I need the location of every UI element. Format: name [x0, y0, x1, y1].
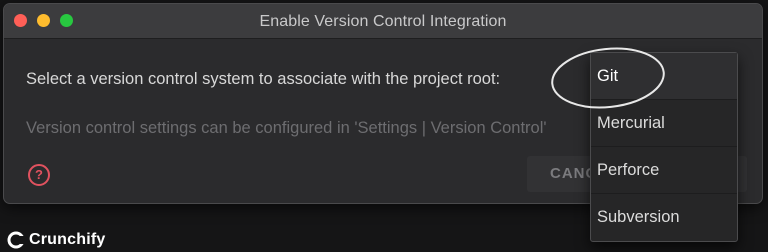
title-bar: Enable Version Control Integration	[4, 4, 762, 39]
vcs-dropdown-list: Git Mercurial Perforce Subversion	[590, 52, 738, 242]
dropdown-option-git[interactable]: Git	[591, 53, 737, 100]
screen: Enable Version Control Integration Selec…	[0, 0, 768, 252]
watermark-text: Crunchify	[29, 231, 106, 248]
settings-hint-text: Version control settings can be configur…	[26, 119, 547, 137]
vcs-prompt-label: Select a version control system to assoc…	[26, 70, 501, 88]
dropdown-option-mercurial[interactable]: Mercurial	[591, 100, 737, 147]
dropdown-option-subversion[interactable]: Subversion	[591, 194, 737, 241]
crunchify-logo-icon	[7, 231, 25, 249]
crunchify-watermark: Crunchify	[6, 230, 105, 250]
window-title: Enable Version Control Integration	[259, 13, 507, 30]
help-icon[interactable]: ?	[28, 164, 50, 186]
dropdown-option-perforce[interactable]: Perforce	[591, 147, 737, 194]
